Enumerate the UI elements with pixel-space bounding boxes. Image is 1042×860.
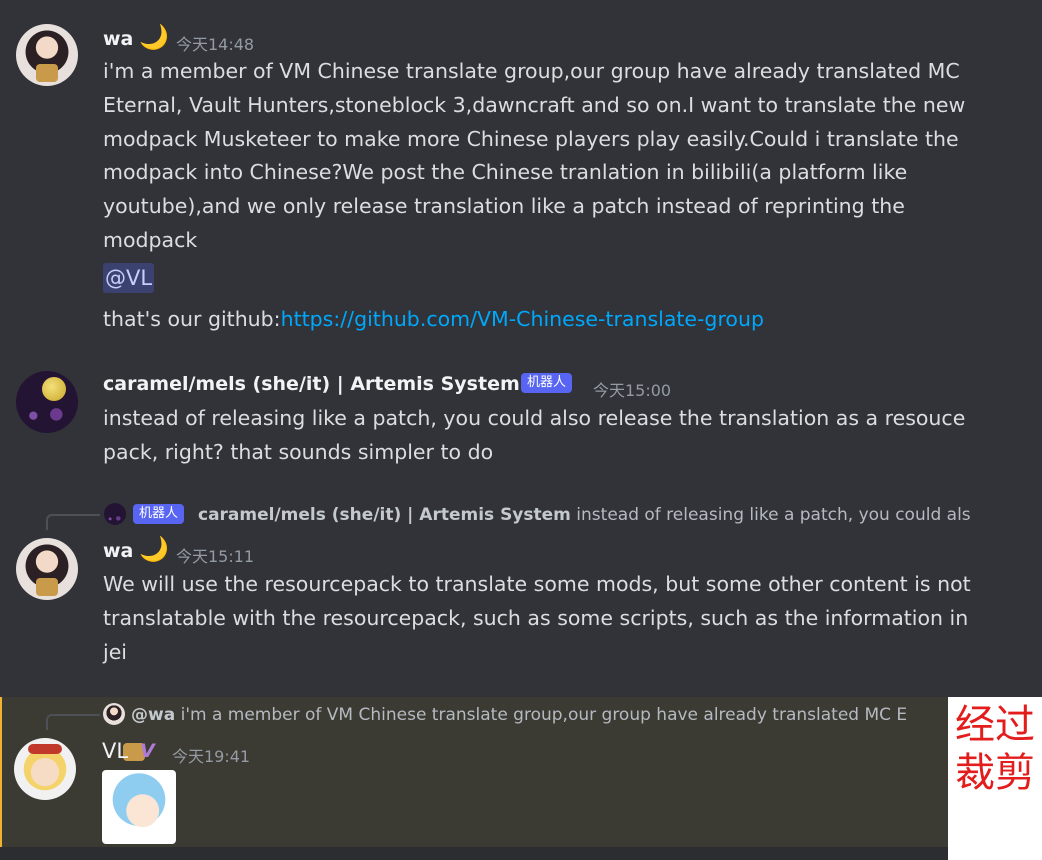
message-author[interactable]: wa <box>103 540 133 562</box>
message-content: We will use the resourcepack to translat… <box>103 572 971 664</box>
chat-area: wa 🌙 今天14:48 i'm a member of VM Chinese … <box>0 0 1042 860</box>
cropped-watermark: 经过裁剪 <box>948 697 1042 860</box>
message-content: instead of releasing like a patch, you c… <box>103 406 966 464</box>
message-timestamp: 今天19:41 <box>172 747 251 766</box>
reply-spine <box>46 714 100 730</box>
avatar-vl[interactable] <box>14 738 76 800</box>
bottom-strip <box>0 847 1042 860</box>
crescent-moon-icon: 🌙 <box>139 535 169 563</box>
server-tag-icon: V <box>140 740 155 762</box>
github-prefix: that's our github: <box>103 307 281 331</box>
message-timestamp: 今天15:00 <box>593 381 672 400</box>
user-mention[interactable]: @VL <box>103 263 155 293</box>
reply-avatar <box>104 503 126 525</box>
message-timestamp: 今天15:11 <box>176 547 255 566</box>
github-link[interactable]: https://github.com/VM-Chinese-translate-… <box>281 307 764 331</box>
message-author[interactable]: VL <box>102 739 128 763</box>
reply-author: caramel/mels (she/it) | Artemis System <box>198 505 571 525</box>
reply-preview[interactable]: @wa i'm a member of VM Chinese translate… <box>131 705 946 725</box>
avatar-wa[interactable] <box>16 538 78 600</box>
highlight-bar <box>0 697 2 847</box>
bot-badge: 机器人 <box>133 504 185 524</box>
reply-preview[interactable]: caramel/mels (she/it) | Artemis System i… <box>198 505 988 525</box>
crescent-moon-icon: 🌙 <box>139 23 169 51</box>
bot-badge: 机器人 <box>521 373 573 393</box>
reply-avatar <box>103 703 145 761</box>
message-content: i'm a member of VM Chinese translate gro… <box>103 59 966 252</box>
message-author[interactable]: caramel/mels (she/it) | Artemis System <box>103 373 520 395</box>
moon-icon <box>42 377 66 401</box>
message-author[interactable]: wa <box>103 28 133 50</box>
avatar-wa[interactable] <box>16 24 78 86</box>
reply-spine <box>46 514 100 530</box>
reply-text: instead of releasing like a patch, you c… <box>576 505 971 525</box>
sticker-image[interactable] <box>102 770 176 844</box>
message-timestamp: 今天14:48 <box>176 35 255 54</box>
avatar-caramel[interactable] <box>16 371 78 433</box>
reply-text: i'm a member of VM Chinese translate gro… <box>180 705 908 725</box>
reply-author: @wa <box>131 705 176 725</box>
github-line: that's our github:https://github.com/VM-… <box>103 303 993 337</box>
